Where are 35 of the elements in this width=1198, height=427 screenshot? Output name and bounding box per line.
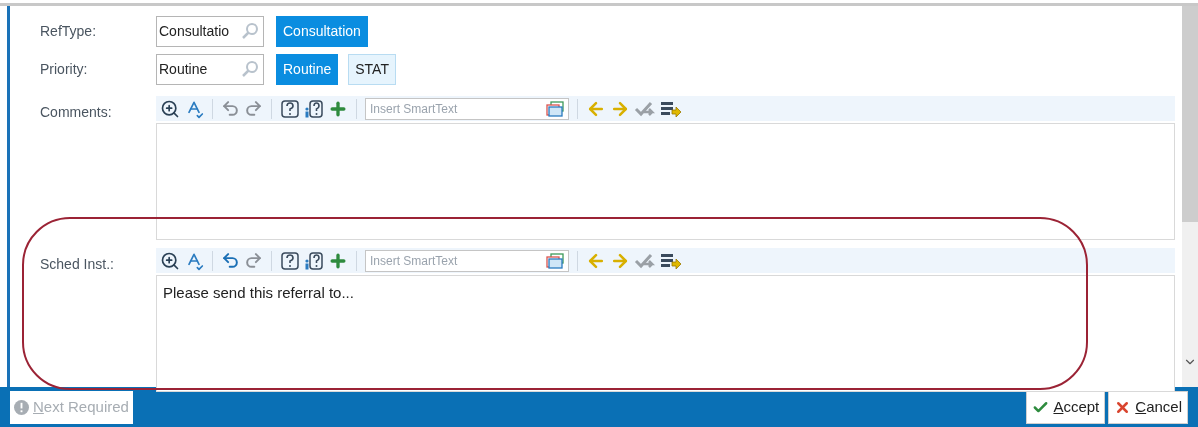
smarttext-input[interactable]: Insert SmartText [366, 250, 546, 271]
scrollbar[interactable] [1182, 6, 1198, 387]
zoom-in-icon[interactable] [160, 250, 180, 271]
list-arrow-icon[interactable] [660, 99, 682, 118]
check-arrow-icon[interactable] [634, 251, 656, 270]
undo-icon[interactable] [221, 251, 240, 270]
windows-icon[interactable] [546, 100, 564, 117]
text-area[interactable]: Please send this referral to... [156, 275, 1175, 392]
redo-icon[interactable] [244, 99, 263, 118]
smarttext-field[interactable]: Insert SmartText [365, 97, 569, 120]
help-icon[interactable] [280, 98, 300, 119]
smarttext-field[interactable]: Insert SmartText [365, 249, 569, 272]
option-button[interactable]: Consultation [276, 15, 368, 47]
smarttext-input[interactable]: Insert SmartText [366, 98, 546, 119]
lookup-field[interactable]: Routine [156, 53, 264, 85]
cancel-button[interactable]: Cancel [1108, 390, 1188, 424]
zoom-in-icon[interactable] [160, 98, 180, 119]
field-label: Comments: [40, 104, 112, 120]
redo-icon[interactable] [244, 251, 263, 270]
user-help-icon[interactable] [304, 98, 324, 119]
help-icon[interactable] [280, 250, 300, 271]
check-arrow-icon[interactable] [634, 99, 656, 118]
windows-icon[interactable] [546, 252, 564, 269]
scrollbar-thumb[interactable] [1182, 6, 1198, 222]
alert-icon [14, 399, 29, 415]
field-label: Priority: [40, 61, 88, 77]
list-arrow-icon[interactable] [660, 251, 682, 270]
undo-icon[interactable] [221, 99, 240, 118]
accept-button[interactable]: Accept [1026, 390, 1106, 424]
option-button[interactable]: STAT [348, 53, 396, 85]
field-label: RefType: [40, 23, 97, 39]
lookup-field[interactable]: Consultatio [156, 15, 264, 47]
user-help-icon[interactable] [304, 250, 324, 271]
field-label: Sched Inst.: [40, 256, 114, 272]
option-button[interactable]: Routine [276, 53, 339, 85]
